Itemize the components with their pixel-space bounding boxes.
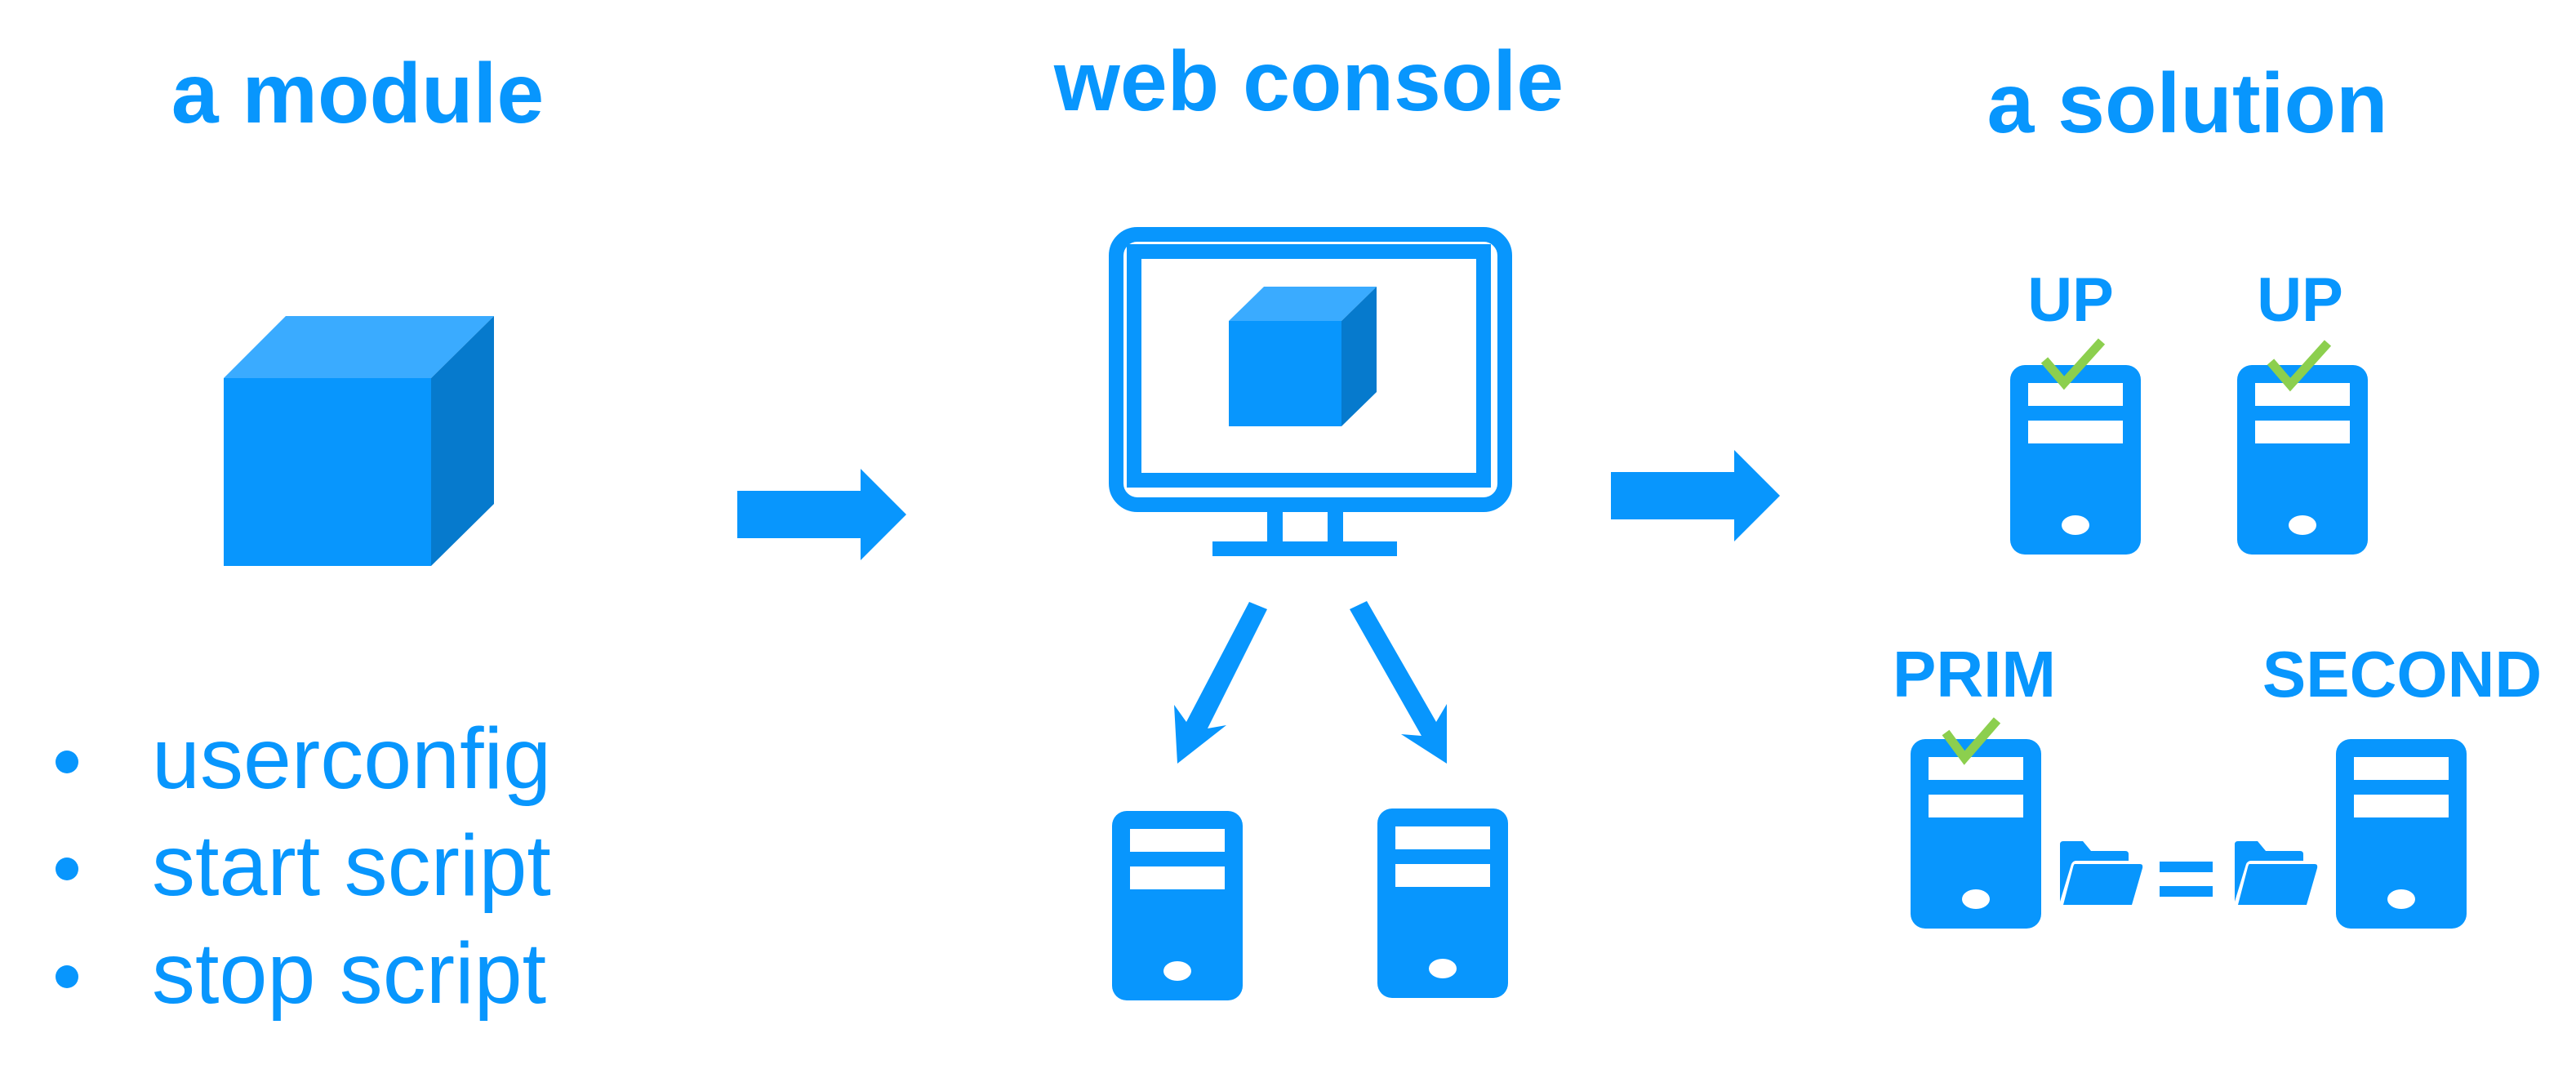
arrow-down-left-icon: [1174, 602, 1267, 764]
bullet-dot: [56, 858, 78, 880]
bullet-item-userconfig: userconfig: [152, 710, 551, 807]
console-title: web console: [1053, 34, 1564, 129]
bullet-dot: [56, 965, 78, 988]
bullet-item-start-script: start script: [152, 817, 551, 914]
server-icon: [2237, 365, 2368, 555]
diagram-canvas: a module userconfig start script stop sc…: [56, 34, 2542, 1022]
arrow-right-icon: [1611, 450, 1780, 541]
bullet-dot: [56, 751, 78, 773]
folder-icon: [2060, 841, 2143, 905]
server-icon: [1911, 739, 2041, 929]
server-icon: [2336, 739, 2467, 929]
cube-icon: [1229, 287, 1377, 426]
primary-label: PRIM: [1893, 638, 2056, 710]
up-label: UP: [2027, 265, 2114, 335]
console-section: web console: [1053, 34, 1564, 1000]
server-icon: [1112, 811, 1243, 1000]
secondary-label: SECOND: [2262, 638, 2542, 710]
server-icon: [1377, 808, 1508, 998]
solution-section: a solution UP UP PRIM SECOND: [1893, 56, 2542, 929]
monitor-icon: [1109, 227, 1512, 556]
module-title: a module: [171, 47, 545, 141]
arrow-down-right-icon: [1350, 601, 1447, 764]
module-section: a module userconfig start script stop sc…: [56, 47, 551, 1022]
folder-icon: [2235, 841, 2318, 905]
arrow-right-icon: [737, 469, 906, 560]
module-bullet-list: userconfig start script stop script: [56, 710, 551, 1022]
server-icon: [2010, 365, 2141, 555]
up-label: UP: [2257, 265, 2343, 335]
equals-icon: [2160, 862, 2213, 897]
cube-icon: [224, 316, 494, 566]
bullet-item-stop-script: stop script: [152, 925, 546, 1022]
solution-title: a solution: [1987, 56, 2387, 151]
